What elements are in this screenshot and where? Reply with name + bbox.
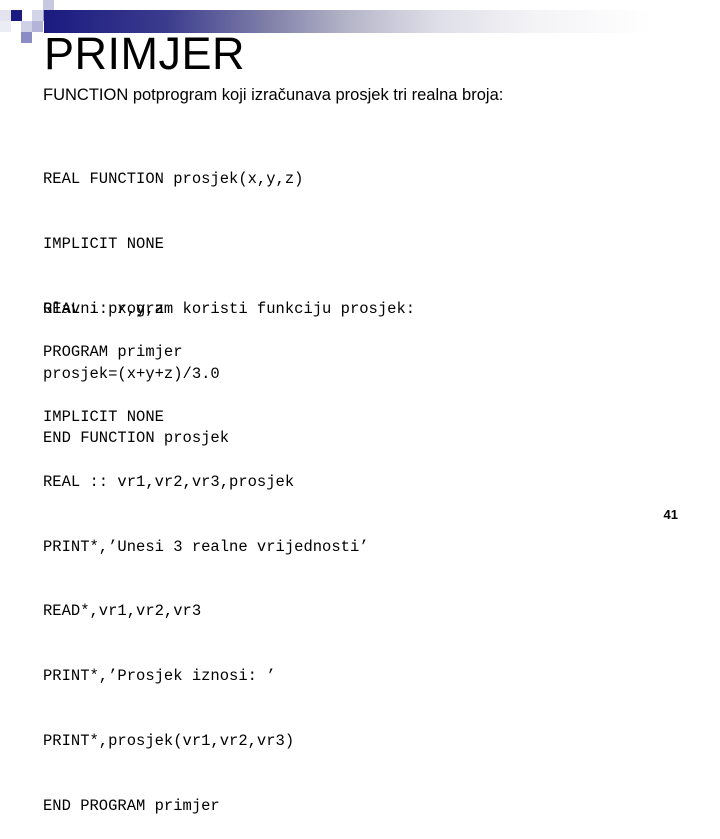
logo-square (0, 21, 11, 32)
code-line: END PROGRAM primjer (43, 796, 220, 815)
code-line: PRINT*,prosjek(vr1,vr2,vr3) (43, 731, 295, 750)
code-line: REAL :: vr1,vr2,vr3,prosjek (43, 472, 295, 491)
page-number: 41 (663, 507, 678, 522)
code-line: IMPLICIT NONE (43, 234, 164, 253)
code-line: PRINT*,’Prosjek iznosi: ’ (43, 667, 276, 686)
slide-subtitle: FUNCTION potprogram koji izračunava pros… (43, 86, 504, 104)
code-line: PROGRAM primjer (43, 343, 183, 362)
logo-square (21, 32, 32, 43)
logo-square (21, 21, 32, 32)
code-line: READ*,vr1,vr2,vr3 (43, 602, 202, 621)
logo-square (11, 10, 22, 21)
logo-square (32, 21, 43, 32)
logo-square (0, 10, 11, 21)
code-line: REAL FUNCTION prosjek(x,y,z) (43, 170, 304, 189)
code-line: IMPLICIT NONE (43, 407, 164, 426)
program-code-block: PROGRAM primjer IMPLICIT NONE REAL :: vr… (43, 299, 369, 839)
slide-title: PRIMJER (44, 28, 246, 79)
logo-square (32, 10, 43, 21)
